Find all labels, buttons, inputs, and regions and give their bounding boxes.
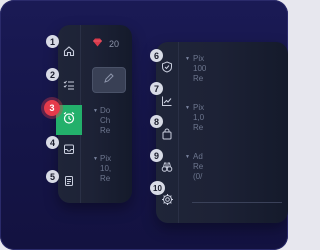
right-panel: ▼ Pix 100 Re ▼ Pix 1,0 Re ▼ Ad Re (0/: [156, 42, 288, 223]
inbox-icon: [63, 142, 75, 160]
callout-badge: 7: [150, 82, 163, 95]
bullet-icon: ▼: [185, 105, 190, 111]
sidebar-item-inbox[interactable]: [58, 137, 80, 165]
progress-track: [192, 202, 282, 203]
callout-badge: 5: [46, 170, 59, 183]
gem-icon: [92, 38, 103, 49]
sidebar-item-tasks[interactable]: [58, 73, 80, 101]
list-item: Pix 10, Re: [100, 154, 112, 183]
callout-badge: 9: [150, 149, 163, 162]
left-panel: 20 ▼ Do Ch Re ▼ Pix 10, Re: [56, 25, 132, 203]
shopping-bag-icon: [161, 127, 173, 145]
list-item: Do Ch Re: [100, 106, 111, 135]
gem-counter: 20: [92, 38, 119, 49]
action-button[interactable]: [92, 67, 126, 93]
gear-icon: [161, 193, 174, 211]
binoculars-icon: [161, 160, 173, 178]
checklist-icon: [63, 78, 75, 96]
left-sidebar-rail: [56, 25, 82, 203]
callout-badge: 8: [150, 115, 163, 128]
list-item: Ad Re (0/: [193, 152, 204, 181]
list-item: Pix 1,0 Re: [193, 103, 205, 132]
home-icon: [63, 44, 75, 62]
callout-badge: 6: [150, 49, 163, 62]
document-icon: [63, 174, 75, 192]
chart-up-icon: [161, 94, 173, 112]
bullet-icon: ▼: [185, 154, 190, 160]
bullet-icon: ▼: [185, 56, 190, 62]
sidebar-item-home[interactable]: [58, 39, 80, 67]
right-sidebar-rail: [156, 42, 179, 223]
bullet-icon: ▼: [93, 156, 98, 162]
callout-badge: 2: [46, 68, 59, 81]
pencil-icon: [103, 71, 115, 89]
list-item: Pix 100 Re: [193, 54, 207, 83]
callout-badge: 1: [46, 35, 59, 48]
shield-icon: [161, 60, 173, 78]
alarm-clock-icon: [62, 111, 76, 130]
callout-badge: 4: [46, 136, 59, 149]
bullet-icon: ▼: [93, 108, 98, 114]
app-frame: 20 ▼ Do Ch Re ▼ Pix 10, Re ▼ Pix 100 Re …: [0, 0, 288, 250]
callout-badge: 10: [150, 181, 165, 195]
sidebar-item-documents[interactable]: [58, 169, 80, 197]
callout-badge-highlight: 3: [44, 100, 60, 116]
gem-value: 20: [109, 38, 120, 49]
sidebar-item-alarm[interactable]: [56, 105, 82, 135]
